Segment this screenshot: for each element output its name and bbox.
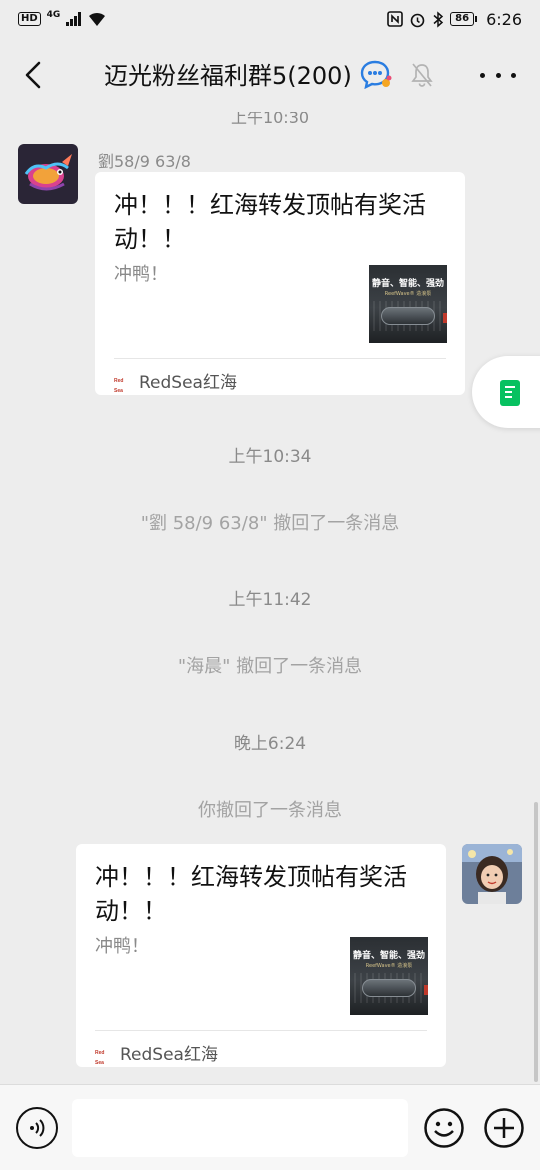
link-card-incoming[interactable]: 冲！！！红海转发顶帖有奖活动！！ 冲鸭！ 静音、智能、强劲 ReefWave® … xyxy=(95,172,465,395)
card-thumbnail: 静音、智能、强劲 ReefWave® 造浪泵 xyxy=(350,937,428,1015)
redsea-logo: Red Sea xyxy=(114,377,124,394)
nav-bar: 迈光粉丝福利群5(200) xyxy=(0,38,540,112)
chat-area[interactable]: 上午10:30 劉58/9 63/8 冲！！！红海转发顶帖有奖活动！！ 冲鸭！ … xyxy=(0,112,540,1084)
scrollbar[interactable] xyxy=(534,802,538,1082)
signal-icon xyxy=(66,12,82,26)
plus-icon[interactable] xyxy=(483,1107,525,1149)
card-description: 冲鸭！ xyxy=(95,936,149,957)
timestamp: 上午11:42 xyxy=(228,590,312,610)
muted-bell-icon xyxy=(411,63,433,87)
battery-icon: 86 xyxy=(450,12,477,26)
source-name: RedSea红海 xyxy=(120,1045,218,1065)
floating-doc-button[interactable] xyxy=(472,356,540,428)
nav-title-group: 迈光粉丝福利群5(200) xyxy=(104,56,392,91)
status-bar-left: HD 4G xyxy=(18,10,107,27)
voice-icon xyxy=(30,1119,45,1137)
card-source: Red Sea RedSea红海 xyxy=(95,1040,218,1066)
emoji-icon[interactable] xyxy=(423,1107,465,1149)
link-card-outgoing[interactable]: 冲！！！红海转发顶帖有奖活动！！ 冲鸭！ 静音、智能、强劲 ReefWave® … xyxy=(76,844,446,1067)
hd-badge: HD xyxy=(18,12,41,26)
thumbnail-title: 静音、智能、强劲 xyxy=(371,279,444,289)
voice-button[interactable] xyxy=(16,1107,58,1149)
thumbnail-subtitle: ReefWave® 造浪泵 xyxy=(384,291,432,297)
sender-name: 劉58/9 63/8 xyxy=(98,152,191,171)
timestamp: 晚上6:24 xyxy=(233,734,307,754)
recall-notice: "劉 58/9 63/8" 撤回了一条消息 xyxy=(140,513,400,534)
timestamp: 上午10:34 xyxy=(228,447,312,467)
fish-avatar-image xyxy=(18,144,78,204)
group-chat-bubble-icon xyxy=(360,60,392,89)
pump-image xyxy=(362,979,416,997)
timestamp-partial: 上午10:30 xyxy=(230,112,310,127)
back-button[interactable] xyxy=(16,58,50,92)
document-icon xyxy=(500,380,520,406)
pump-image xyxy=(381,307,435,325)
card-thumbnail: 静音、智能、强劲 ReefWave® 造浪泵 xyxy=(369,265,447,343)
alarm-icon xyxy=(410,13,425,27)
recall-notice: 你撤回了一条消息 xyxy=(198,800,342,821)
back-chevron-icon xyxy=(25,61,41,89)
card-description: 冲鸭！ xyxy=(114,264,168,285)
card-source: Red Sea RedSea红海 xyxy=(114,368,237,394)
thumbnail-subtitle: ReefWave® 造浪泵 xyxy=(365,963,413,969)
thumbnail-accent xyxy=(443,313,447,323)
chat-title: 迈光粉丝福利群5(200) xyxy=(104,62,352,90)
card-title: 冲！！！红海转发顶帖有奖活动！！ xyxy=(95,863,407,925)
more-dots-icon xyxy=(480,72,485,78)
sender-avatar[interactable] xyxy=(18,144,78,204)
thumbnail-title: 静音、智能、强劲 xyxy=(352,951,425,961)
thumbnail-accent xyxy=(424,985,428,995)
card-title: 冲！！！红海转发顶帖有奖活动！！ xyxy=(114,191,426,253)
nfc-icon xyxy=(387,11,403,27)
girl-avatar-image xyxy=(462,844,522,904)
my-avatar[interactable] xyxy=(462,844,522,904)
redsea-logo: Red Sea xyxy=(95,1049,105,1066)
card-divider xyxy=(114,358,446,359)
bluetooth-icon xyxy=(433,10,444,28)
message-input[interactable] xyxy=(72,1099,408,1157)
wifi-icon xyxy=(89,12,106,26)
input-bar xyxy=(0,1084,540,1170)
source-name: RedSea红海 xyxy=(139,373,237,393)
status-bar: HD 4G 86 6:26 xyxy=(0,0,540,38)
recall-notice: "海晨" 撤回了一条消息 xyxy=(177,656,363,677)
status-bar-right: 86 6:26 xyxy=(387,10,522,29)
clock: 6:26 xyxy=(486,9,522,29)
network-type: 4G xyxy=(46,10,61,20)
more-button[interactable] xyxy=(480,62,516,88)
card-divider xyxy=(95,1030,427,1031)
